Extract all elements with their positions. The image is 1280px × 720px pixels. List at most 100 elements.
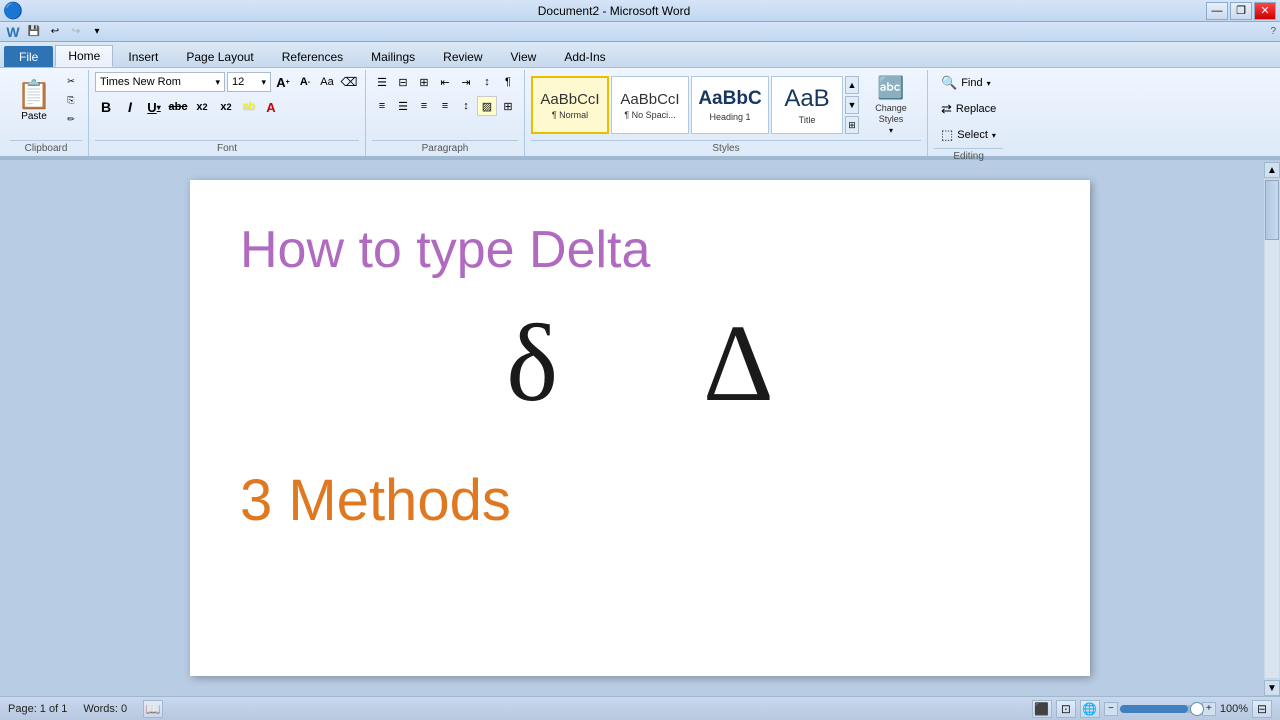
paragraph-label: Paragraph bbox=[372, 140, 518, 156]
zoom-in-button[interactable]: + bbox=[1202, 702, 1216, 716]
shading-button[interactable]: ▨ bbox=[477, 96, 497, 116]
select-button[interactable]: ⬚ Select ▾ bbox=[934, 124, 1003, 146]
bullets-button[interactable]: ☰ bbox=[372, 72, 392, 92]
change-styles-icon: 🔤 bbox=[877, 75, 904, 101]
minimize-button[interactable]: — bbox=[1206, 2, 1228, 20]
tab-home[interactable]: Home bbox=[55, 45, 113, 67]
word-icon: W bbox=[4, 24, 22, 40]
strikethrough-button[interactable]: abc bbox=[167, 96, 189, 118]
style-title-label: Title bbox=[799, 115, 816, 125]
paragraph-row-1: ☰ ⊟ ⊞ ⇤ ⇥ ↕ ¶ bbox=[372, 72, 518, 92]
select-icon: ⬚ bbox=[941, 127, 953, 143]
tab-view[interactable]: View bbox=[498, 46, 550, 67]
change-styles-button[interactable]: 🔤 ChangeStyles ▾ bbox=[861, 76, 921, 134]
font-shrink-button[interactable]: A- bbox=[295, 72, 315, 92]
style-no-spacing-button[interactable]: AaBbCcI ¶ No Spaci... bbox=[611, 76, 689, 134]
show-marks-button[interactable]: ¶ bbox=[498, 72, 518, 92]
multilevel-list-button[interactable]: ⊞ bbox=[414, 72, 434, 92]
increase-indent-button[interactable]: ⇥ bbox=[456, 72, 476, 92]
view-web-button[interactable]: 🌐 bbox=[1080, 700, 1100, 718]
style-normal-button[interactable]: AaBbCcI ¶ Normal bbox=[531, 76, 609, 134]
paste-icon: 📋 bbox=[17, 81, 52, 109]
find-icon: 🔍 bbox=[941, 75, 957, 91]
copy-button[interactable]: ⎘ bbox=[60, 91, 82, 109]
document-heading: How to type Delta bbox=[240, 220, 1040, 280]
font-size-selector[interactable]: 12 ▾ bbox=[227, 72, 271, 92]
align-left-button[interactable]: ≡ bbox=[372, 96, 392, 116]
font-family-selector[interactable]: Times New Rom ▾ bbox=[95, 72, 225, 92]
style-heading1-sample: AaBbC bbox=[698, 88, 761, 110]
style-title-button[interactable]: AaB Title bbox=[771, 76, 843, 134]
cut-button[interactable]: ✂ bbox=[60, 72, 82, 90]
vertical-scrollbar: ▲ ▼ bbox=[1264, 162, 1280, 696]
editing-group: 🔍 Find ▾ ⇄ Replace ⬚ Select ▾ Editing bbox=[928, 70, 1009, 156]
restore-button[interactable]: ❐ bbox=[1230, 2, 1252, 20]
font-label: Font bbox=[95, 140, 359, 156]
font-row-1: Times New Rom ▾ 12 ▾ A+ A- Aa ⌫ bbox=[95, 72, 359, 92]
save-button[interactable]: 💾 bbox=[25, 24, 43, 40]
redo-button[interactable]: ↪ bbox=[67, 24, 85, 40]
view-print-button[interactable]: ⬛ bbox=[1032, 700, 1052, 718]
font-grow-button[interactable]: A+ bbox=[273, 72, 293, 92]
styles-content: AaBbCcI ¶ Normal AaBbCcI ¶ No Spaci... A… bbox=[531, 72, 921, 138]
format-painter-button[interactable]: ✏ bbox=[60, 110, 82, 128]
status-right: ⬛ ⊡ 🌐 − + 100% ⊟ bbox=[1032, 700, 1272, 718]
find-button[interactable]: 🔍 Find ▾ bbox=[934, 72, 998, 94]
font-size-dropdown-icon: ▾ bbox=[261, 77, 266, 88]
tab-add-ins[interactable]: Add-Ins bbox=[551, 46, 618, 67]
window-controls: — ❐ ✕ bbox=[1206, 2, 1276, 20]
align-right-button[interactable]: ≡ bbox=[414, 96, 434, 116]
borders-button[interactable]: ⊞ bbox=[498, 96, 518, 116]
clear-formatting-button[interactable]: ⌫ bbox=[339, 72, 359, 92]
font-color-button[interactable]: A bbox=[261, 97, 281, 117]
tab-mailings[interactable]: Mailings bbox=[358, 46, 428, 67]
tab-file[interactable]: File bbox=[4, 46, 53, 67]
tab-references[interactable]: References bbox=[269, 46, 356, 67]
underline-button[interactable]: U▾ bbox=[143, 96, 165, 118]
subscript-button[interactable]: x2 bbox=[191, 96, 213, 118]
text-highlight-button[interactable]: ab bbox=[239, 97, 259, 117]
change-styles-label: ChangeStyles bbox=[875, 103, 907, 125]
tab-page-layout[interactable]: Page Layout bbox=[173, 46, 266, 67]
window-title: Document2 - Microsoft Word bbox=[22, 4, 1206, 18]
view-fullscreen-button[interactable]: ⊡ bbox=[1056, 700, 1076, 718]
style-heading1-button[interactable]: AaBbC Heading 1 bbox=[691, 76, 769, 134]
clipboard-content: 📋 Paste ✂ ⎘ ✏ bbox=[10, 72, 82, 138]
scroll-down-button[interactable]: ▼ bbox=[1264, 680, 1280, 696]
zoom-fit-button[interactable]: ⊟ bbox=[1252, 700, 1272, 718]
help-button[interactable]: ? bbox=[1270, 26, 1276, 37]
styles-scroll-more[interactable]: ⊞ bbox=[845, 116, 859, 134]
italic-button[interactable]: I bbox=[119, 96, 141, 118]
styles-scroll-up[interactable]: ▲ bbox=[845, 76, 859, 94]
sort-button[interactable]: ↕ bbox=[477, 72, 497, 92]
zoom-slider-area: − + bbox=[1104, 702, 1216, 716]
document-methods: 3 Methods bbox=[240, 467, 1040, 534]
decrease-indent-button[interactable]: ⇤ bbox=[435, 72, 455, 92]
spell-check-button[interactable]: 📖 bbox=[143, 700, 163, 718]
scroll-track bbox=[1265, 180, 1279, 678]
scroll-thumb[interactable] bbox=[1265, 180, 1279, 240]
replace-button[interactable]: ⇄ Replace bbox=[934, 98, 1003, 120]
font-family-dropdown-icon: ▾ bbox=[215, 77, 220, 88]
zoom-handle[interactable] bbox=[1190, 702, 1204, 716]
close-button[interactable]: ✕ bbox=[1254, 2, 1276, 20]
line-spacing-button[interactable]: ↕ bbox=[456, 96, 476, 116]
tab-review[interactable]: Review bbox=[430, 46, 495, 67]
style-title-sample: AaB bbox=[784, 85, 829, 113]
superscript-button[interactable]: x2 bbox=[215, 96, 237, 118]
editing-label: Editing bbox=[934, 148, 1003, 164]
align-center-button[interactable]: ☰ bbox=[393, 96, 413, 116]
scroll-up-button[interactable]: ▲ bbox=[1264, 162, 1280, 178]
paste-button[interactable]: 📋 Paste bbox=[10, 72, 58, 130]
change-case-button[interactable]: Aa bbox=[317, 72, 337, 92]
justify-button[interactable]: ≡ bbox=[435, 96, 455, 116]
tab-insert[interactable]: Insert bbox=[115, 46, 171, 67]
bold-button[interactable]: B bbox=[95, 96, 117, 118]
styles-scroll-down[interactable]: ▼ bbox=[845, 96, 859, 114]
qat-dropdown-button[interactable]: ▾ bbox=[88, 24, 106, 40]
zoom-out-button[interactable]: − bbox=[1104, 702, 1118, 716]
numbering-button[interactable]: ⊟ bbox=[393, 72, 413, 92]
font-content: Times New Rom ▾ 12 ▾ A+ A- Aa ⌫ B I U▾ a… bbox=[95, 72, 359, 138]
clipboard-group: 📋 Paste ✂ ⎘ ✏ Clipboard bbox=[4, 70, 89, 156]
undo-button[interactable]: ↩ bbox=[46, 24, 64, 40]
